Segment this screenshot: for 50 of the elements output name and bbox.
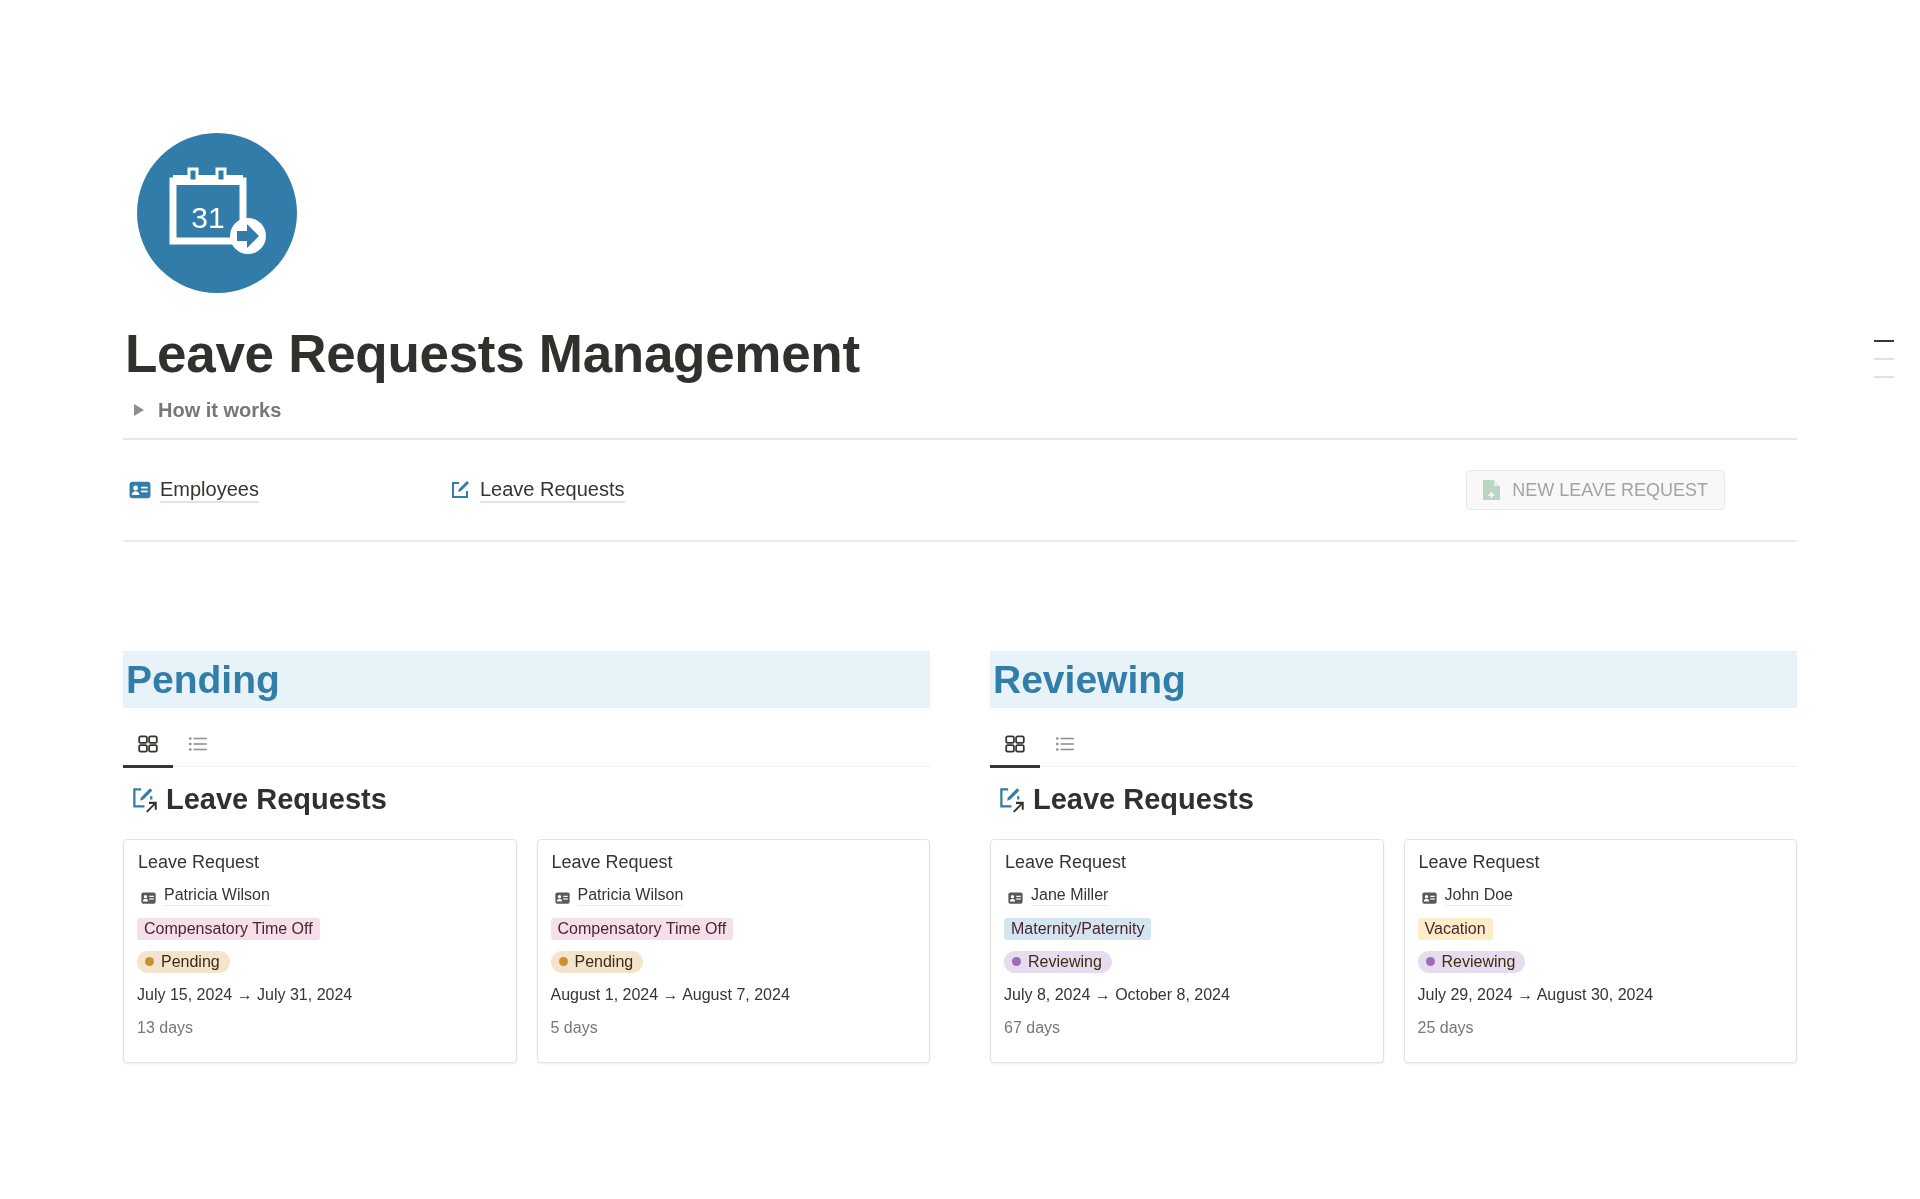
card-title: Leave Request bbox=[551, 851, 674, 874]
employee-link[interactable]: Patricia Wilson bbox=[577, 885, 684, 906]
idcard-icon bbox=[1421, 889, 1437, 902]
leave-request-card[interactable]: Leave Request Patricia Wilson Compensatory Time Off Pending August 1, 2024 → August 7, 2024 5 days bbox=[536, 839, 930, 1063]
employee-link[interactable]: Patricia Wilson bbox=[164, 885, 270, 906]
leave-type-tag: Vacation bbox=[1417, 917, 1493, 940]
leave-request-card[interactable]: Leave Request John Doe Vacation Reviewing July 29, 2024 → August 30, 2024 25 days bbox=[1403, 839, 1797, 1063]
duration-text: 67 days bbox=[1004, 1017, 1062, 1038]
page-outline-drawing[interactable] bbox=[1874, 340, 1894, 380]
edit-arrow-icon bbox=[998, 785, 1025, 813]
status-tag: Pending bbox=[550, 950, 644, 973]
idcard-icon bbox=[554, 889, 570, 902]
leave-type-tag: Maternity/Paternity bbox=[1004, 917, 1152, 940]
gallery-icon bbox=[1004, 733, 1026, 755]
date-range: July 8, 2024 → October 8, 2024 bbox=[1004, 984, 1231, 1005]
idcard-icon bbox=[141, 889, 156, 902]
employee-link[interactable]: John Doe bbox=[1444, 885, 1513, 906]
gallery-icon bbox=[137, 733, 159, 755]
how-it-works-toggle[interactable]: How it works bbox=[133, 395, 1797, 425]
duration-text: 5 days bbox=[550, 1017, 599, 1038]
status-tag: Pending bbox=[137, 950, 230, 973]
page-title: Leave Requests Management bbox=[125, 323, 861, 385]
card-title: Leave Request bbox=[1418, 851, 1541, 874]
status-tag: Reviewing bbox=[1004, 950, 1112, 973]
section-heading: Reviewing bbox=[990, 651, 1797, 708]
edit-icon bbox=[449, 480, 471, 500]
triangle-icon bbox=[133, 404, 145, 416]
database-title[interactable]: Leave Requests bbox=[1033, 782, 1254, 816]
section-heading: Pending bbox=[123, 651, 930, 708]
document-plus-icon bbox=[1483, 480, 1501, 500]
page-link[interactable]: Leave Requests bbox=[480, 477, 625, 503]
database-title[interactable]: Leave Requests bbox=[166, 782, 387, 816]
card-title: Leave Request bbox=[1005, 851, 1128, 874]
duration-text: 25 days bbox=[1417, 1017, 1475, 1038]
employee-link[interactable]: Jane Miller bbox=[1031, 885, 1109, 906]
edit-arrow-icon bbox=[131, 785, 158, 813]
leave-request-card[interactable]: Leave Request Jane Miller Maternity/Paternity Reviewing July 8, 2024 → October 8, 2024 67 days bbox=[990, 839, 1384, 1063]
leave-type-tag: Compensatory Time Off bbox=[137, 917, 320, 940]
duration-text: 13 days bbox=[137, 1017, 195, 1038]
card-title: Leave Request bbox=[138, 851, 261, 874]
idcard-icon bbox=[1008, 889, 1023, 902]
calendar-arrow-logo: 31 bbox=[137, 133, 297, 293]
leave-type-tag: Compensatory Time Off bbox=[550, 917, 734, 940]
page-link[interactable]: Employees bbox=[160, 477, 259, 503]
date-range: August 1, 2024 → August 7, 2024 bbox=[550, 984, 791, 1005]
date-range: July 29, 2024 → August 30, 2024 bbox=[1417, 984, 1655, 1005]
leave-request-card[interactable]: Leave Request Patricia Wilson Compensatory Time Off Pending July 15, 2024 → July 31, 2024 13 days bbox=[123, 839, 517, 1063]
status-tag: Reviewing bbox=[1417, 950, 1526, 973]
idcard-icon bbox=[129, 480, 151, 500]
date-range: July 15, 2024 → July 31, 2024 bbox=[137, 984, 354, 1005]
